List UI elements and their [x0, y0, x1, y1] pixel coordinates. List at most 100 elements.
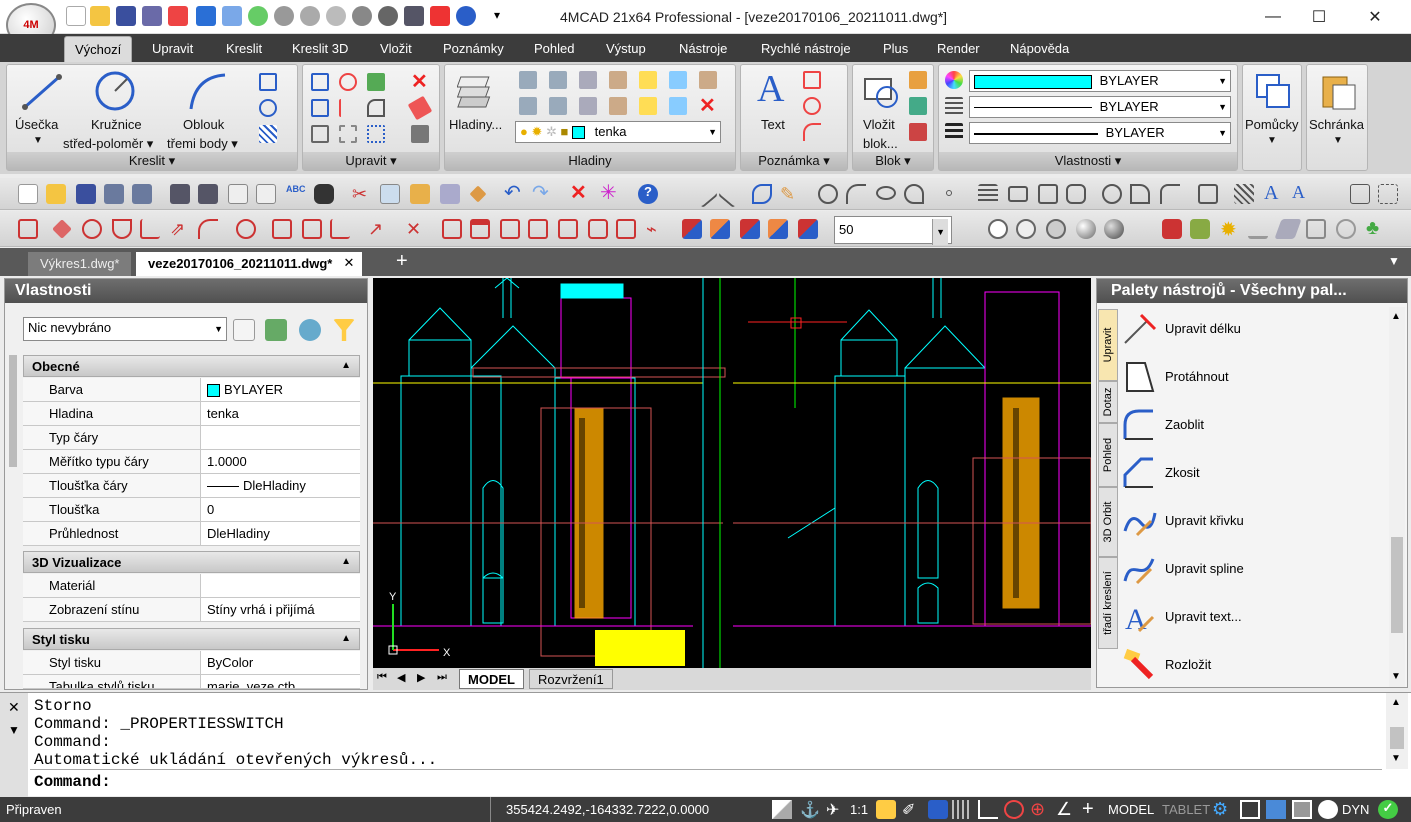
- tablet-toggle[interactable]: TABLET: [1162, 802, 1210, 817]
- layer-state-icon[interactable]: [519, 71, 537, 89]
- utilities-button[interactable]: Pomůcky: [1245, 117, 1298, 132]
- grid-icon[interactable]: [952, 800, 972, 819]
- clipboard-button[interactable]: Schránka: [1309, 117, 1364, 132]
- print-icon[interactable]: [404, 6, 424, 26]
- landscape-icon[interactable]: ♣: [1366, 217, 1386, 239]
- new-icon[interactable]: [18, 184, 38, 204]
- annotation-autoscale-icon[interactable]: ✈: [826, 800, 846, 819]
- dim-baseline-icon[interactable]: [272, 219, 292, 239]
- snap-icon[interactable]: [928, 800, 948, 819]
- deselect-icon[interactable]: ✳: [600, 183, 620, 204]
- quick-select-icon[interactable]: [299, 319, 321, 341]
- layers-icon[interactable]: [457, 71, 503, 115]
- layer-dropdown[interactable]: ● ✹ ✲ ■ tenka ▼: [515, 121, 721, 143]
- viewport-icon[interactable]: [1266, 800, 1286, 819]
- save-tb-icon[interactable]: [76, 184, 96, 204]
- panel-kreslit-title[interactable]: Kreslit ▾: [7, 152, 297, 170]
- layer-isolate-icon[interactable]: [579, 71, 597, 89]
- linetype-icon[interactable]: [945, 97, 963, 115]
- layer-lock-icon[interactable]: [699, 71, 717, 89]
- mtext-icon[interactable]: A: [1264, 182, 1284, 204]
- mirror-icon[interactable]: [339, 99, 357, 117]
- prop-row-tabulka[interactable]: Tabulka stylů tisku marie_veze.ctb: [23, 675, 360, 689]
- palette-tab-upravit[interactable]: Upravit: [1098, 309, 1118, 381]
- annotation-visibility-icon[interactable]: ⚓: [800, 800, 820, 819]
- circle-button-label[interactable]: Kružnice: [91, 117, 142, 132]
- minimize-button[interactable]: —: [1250, 0, 1296, 34]
- palette-tab-3d-orbit[interactable]: 3D Orbit: [1098, 487, 1118, 557]
- arc-button-label[interactable]: Oblouk: [183, 117, 224, 132]
- tab-rychle-nastroje[interactable]: Rychlé nástroje: [761, 41, 851, 56]
- revcloud-icon[interactable]: [1066, 184, 1086, 204]
- background-icon[interactable]: [1306, 219, 1326, 239]
- tolerance-icon[interactable]: ✕: [406, 219, 426, 239]
- spellcheck-icon[interactable]: ABC: [286, 184, 306, 204]
- last-layout-icon[interactable]: ⏭: [437, 671, 447, 684]
- preview-icon[interactable]: [228, 184, 248, 204]
- next-layout-icon[interactable]: ▶: [417, 671, 425, 684]
- spline-icon[interactable]: [1130, 184, 1150, 204]
- redo-icon[interactable]: [222, 6, 242, 26]
- open-file-icon[interactable]: [90, 6, 110, 26]
- lineweight-dropdown[interactable]: BYLAYER ▼: [969, 122, 1231, 144]
- gouraud-icon[interactable]: [1076, 219, 1096, 239]
- first-layout-icon[interactable]: ⏮: [377, 671, 387, 684]
- maximize-button[interactable]: ☐: [1296, 0, 1342, 34]
- polar-icon[interactable]: [1004, 800, 1024, 819]
- save-as-icon[interactable]: [142, 6, 162, 26]
- tool-upravit-krivku[interactable]: Upravit křivku: [1121, 499, 1391, 543]
- ellipse-tb-icon[interactable]: [876, 186, 896, 200]
- doc-tab-veze[interactable]: veze20170106_20211011.dwg* ✕: [136, 252, 363, 276]
- section-styl-tisku[interactable]: Styl tisku ▲: [23, 628, 360, 650]
- model-toggle[interactable]: MODEL: [1108, 802, 1154, 817]
- attribute-icon[interactable]: [909, 123, 927, 141]
- tab-nastroje[interactable]: Nástroje: [679, 41, 727, 56]
- rectangle-tb-icon[interactable]: [1008, 186, 1028, 202]
- donut-icon[interactable]: [1102, 184, 1122, 204]
- tab-render[interactable]: Render: [937, 41, 980, 56]
- explode-ribbon-icon[interactable]: [407, 95, 433, 121]
- chevron-down-icon[interactable]: ▼: [932, 219, 948, 245]
- arc-mode-dropdown[interactable]: třemi body ▾: [167, 136, 238, 152]
- osnap-icon[interactable]: ⊕: [1030, 800, 1050, 819]
- ucs-face-icon[interactable]: [768, 219, 788, 239]
- scroll-down-icon[interactable]: ▼: [1391, 671, 1401, 682]
- print-preview-icon[interactable]: [198, 184, 218, 204]
- filter-icon[interactable]: [333, 319, 355, 341]
- prop-row-pruhlednost[interactable]: Průhlednost DleHladiny: [23, 522, 360, 546]
- close-tab-icon[interactable]: ✕: [343, 255, 354, 271]
- select-objects-icon[interactable]: [265, 319, 287, 341]
- dim-aligned-icon[interactable]: [52, 219, 72, 239]
- tool-rozlozit[interactable]: Rozložit: [1121, 643, 1391, 687]
- checkmark-icon[interactable]: ✓: [1378, 800, 1398, 819]
- match-icon[interactable]: [469, 185, 487, 203]
- line-dropdown-icon[interactable]: ▼: [33, 135, 43, 146]
- fillet-tb-icon[interactable]: [1160, 184, 1180, 204]
- scroll-thumb[interactable]: [1390, 727, 1404, 749]
- prop-row-tloustka[interactable]: Tloušťka 0: [23, 498, 360, 522]
- edit-block-icon[interactable]: [909, 97, 927, 115]
- text-tb-icon[interactable]: A: [1292, 182, 1312, 202]
- line-tb-icon[interactable]: [689, 179, 719, 209]
- wireframe-icon[interactable]: [988, 219, 1008, 239]
- rotate-icon[interactable]: [339, 73, 357, 91]
- match-properties-icon[interactable]: [411, 125, 429, 143]
- layer-off-icon[interactable]: [609, 71, 627, 89]
- ucs2-icon[interactable]: [132, 184, 152, 204]
- stretch-icon[interactable]: [339, 125, 357, 143]
- ucs-world-icon[interactable]: [682, 219, 702, 239]
- utilities-icon[interactable]: [1253, 71, 1293, 111]
- pan-icon[interactable]: [248, 6, 268, 26]
- palette-tab-dotaz[interactable]: Dotaz: [1098, 381, 1118, 423]
- paste-icon[interactable]: [410, 184, 430, 204]
- fillet-ribbon-icon[interactable]: [367, 99, 385, 117]
- dim-linear-icon[interactable]: [18, 219, 38, 239]
- dim-radius-icon[interactable]: [82, 219, 102, 239]
- ucs-object-icon[interactable]: [740, 219, 760, 239]
- dimension-radius-icon[interactable]: [803, 97, 821, 115]
- layer-match-icon[interactable]: [579, 97, 597, 115]
- polygon-icon[interactable]: [1038, 184, 1058, 204]
- print-tb-icon[interactable]: [170, 184, 190, 204]
- tab-upravit[interactable]: Upravit: [152, 41, 193, 56]
- circle-mode-dropdown[interactable]: střed-poloměr ▾: [63, 136, 153, 152]
